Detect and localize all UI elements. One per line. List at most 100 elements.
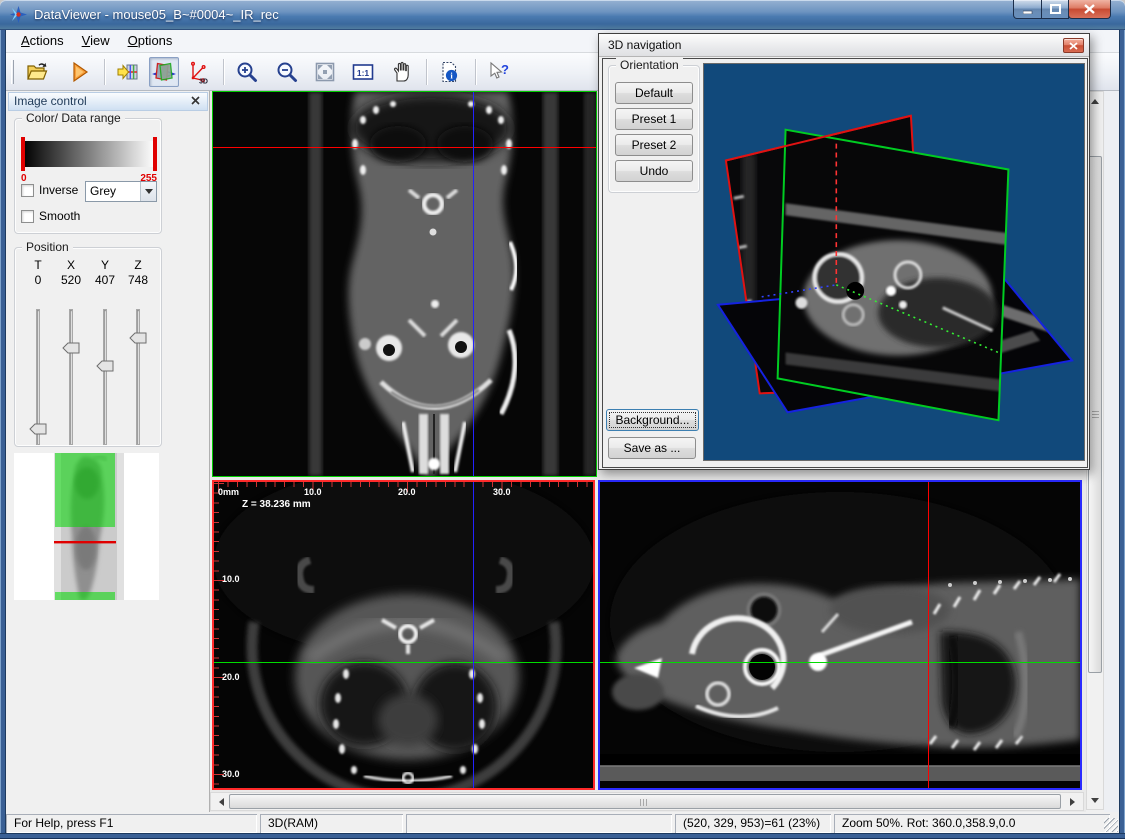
export-slices-icon[interactable]	[113, 57, 143, 87]
smooth-label: Smooth	[39, 209, 80, 223]
sagittal-view[interactable]	[598, 480, 1082, 790]
coronal-view[interactable]	[212, 91, 597, 477]
ruler-label-top-30: 30.0	[493, 487, 511, 497]
slider-y-thumb[interactable]	[96, 360, 114, 372]
slider-x-thumb[interactable]	[62, 342, 80, 354]
crosshair-blue-vertical[interactable]	[473, 92, 474, 476]
scroll-down-icon[interactable]	[1087, 792, 1103, 809]
slider-x-track[interactable]	[69, 309, 73, 445]
dataviewer-window: DataViewer - mouse05_B~#0004~_IR_rec Act…	[0, 0, 1125, 839]
window-titlebar[interactable]: DataViewer - mouse05_B~#0004~_IR_rec	[0, 0, 1125, 30]
status-voxel: (520, 329, 953)=61 (23%)	[675, 814, 831, 833]
slider-z-track[interactable]	[136, 309, 140, 445]
preset2-button[interactable]: Preset 2	[615, 134, 693, 156]
dataset-info-icon[interactable]: i	[435, 57, 465, 87]
slider-z-axis: Z	[122, 258, 154, 272]
axes-3d-icon[interactable]: 3D	[183, 57, 213, 87]
background-button[interactable]: Background...	[606, 409, 699, 431]
default-button[interactable]: Default	[615, 82, 693, 104]
chevron-down-icon[interactable]	[140, 182, 156, 201]
colormap-select[interactable]: Grey	[85, 181, 157, 202]
slider-t: T 0	[22, 258, 54, 287]
color-gradient-bar[interactable]	[23, 141, 155, 167]
svg-text:?: ?	[501, 62, 509, 77]
context-help-icon[interactable]: ?	[484, 57, 514, 87]
actual-size-icon[interactable]: 1:1	[348, 57, 378, 87]
window-title: DataViewer - mouse05_B~#0004~_IR_rec	[34, 0, 279, 29]
window-border-right	[1119, 30, 1125, 833]
ruler-label-left-10: 10.0	[222, 574, 240, 584]
menu-options[interactable]: Options	[119, 30, 182, 52]
crosshair-green-horizontal[interactable]	[214, 662, 593, 663]
axial-view[interactable]: 0mm 10.0 20.0 30.0 10.0 20.0 30.0 Z = 38…	[212, 480, 595, 790]
ruler-label-top-20: 20.0	[398, 487, 416, 497]
image-control-title: Image control	[14, 94, 87, 108]
slider-x: X 520	[55, 258, 87, 287]
3d-viewport[interactable]	[703, 63, 1085, 461]
run-icon[interactable]	[64, 57, 94, 87]
crosshair-red-vertical[interactable]	[928, 482, 929, 788]
horizontal-scrollbar-thumb[interactable]	[229, 794, 1061, 809]
nav3d-title: 3D navigation	[608, 38, 681, 52]
save-as-button[interactable]: Save as ...	[608, 437, 696, 459]
pan-icon[interactable]	[386, 57, 416, 87]
slider-y-track[interactable]	[103, 309, 107, 445]
nav3d-titlebar[interactable]: 3D navigation	[599, 34, 1089, 57]
slider-t-value: 0	[22, 273, 54, 287]
resize-grip[interactable]	[1104, 818, 1118, 832]
crosshair-green-horizontal[interactable]	[600, 662, 1080, 663]
slider-y: Y 407	[89, 258, 121, 287]
horizontal-scrollbar[interactable]	[210, 792, 1084, 811]
close-panel-icon[interactable]	[190, 95, 202, 107]
svg-text:3D: 3D	[199, 78, 208, 84]
scroll-left-icon[interactable]	[211, 793, 228, 810]
menu-view[interactable]: View	[73, 30, 119, 52]
slider-t-thumb[interactable]	[29, 423, 47, 435]
scout-thumbnail[interactable]	[14, 453, 159, 600]
scroll-right-icon[interactable]	[1066, 793, 1083, 810]
slider-y-axis: Y	[89, 258, 121, 272]
position-group: Position T 0 X 520 Y 407 Z 748	[14, 247, 162, 447]
orientation-label: Orientation	[616, 58, 683, 72]
orientation-group: Orientation Default Preset 1 Preset 2 Un…	[608, 65, 700, 193]
status-mode: 3D(RAM)	[260, 814, 403, 833]
status-help: For Help, press F1	[6, 814, 257, 833]
image-control-header[interactable]: Image control	[8, 92, 208, 111]
svg-text:1:1: 1:1	[357, 67, 370, 77]
axial-ruler-left-major-ticks	[214, 483, 224, 786]
client-right-gutter	[1104, 30, 1119, 833]
slider-x-value: 520	[55, 273, 87, 287]
zoom-in-icon[interactable]	[232, 57, 262, 87]
color-range-label: Color/ Data range	[22, 111, 125, 125]
nav3d-window[interactable]: 3D navigation Orientation Default Preset…	[598, 33, 1090, 470]
app-icon	[10, 6, 27, 23]
crosshair-red-horizontal[interactable]	[213, 147, 596, 148]
undo-button[interactable]: Undo	[615, 160, 693, 182]
vertical-scrollbar-thumb[interactable]	[1088, 156, 1102, 673]
maximize-button[interactable]	[1041, 0, 1069, 19]
range-max-marker[interactable]	[153, 137, 157, 171]
minimize-button[interactable]	[1013, 0, 1042, 19]
preset1-button[interactable]: Preset 1	[615, 108, 693, 130]
inverse-checkbox[interactable]	[21, 184, 34, 197]
crosshair-blue-vertical[interactable]	[473, 482, 474, 788]
menu-actions[interactable]: Actions	[12, 30, 73, 52]
slider-z-thumb[interactable]	[129, 332, 147, 344]
z-position-label: Z = 38.236 mm	[242, 499, 311, 510]
window-border-bottom	[0, 833, 1125, 839]
nav3d-close-button[interactable]	[1063, 38, 1084, 53]
open-icon[interactable]	[22, 57, 52, 87]
ortho-planes-icon[interactable]	[149, 57, 179, 87]
smooth-checkbox[interactable]	[21, 210, 34, 223]
fit-window-icon[interactable]	[310, 57, 340, 87]
slider-z: Z 748	[122, 258, 154, 287]
slider-t-axis: T	[22, 258, 54, 272]
range-min-marker[interactable]	[21, 137, 25, 171]
close-button[interactable]	[1068, 0, 1111, 19]
status-zoom-rotation: Zoom 50%. Rot: 360.0,358.9,0.0	[834, 814, 1110, 833]
toolbar-grip[interactable]	[11, 60, 14, 84]
ruler-label-left-20: 20.0	[222, 672, 240, 682]
image-control-panel: Image control Color/ Data range 0 255 In…	[6, 91, 210, 812]
zoom-out-icon[interactable]	[272, 57, 302, 87]
ruler-label-top-10: 10.0	[304, 487, 322, 497]
